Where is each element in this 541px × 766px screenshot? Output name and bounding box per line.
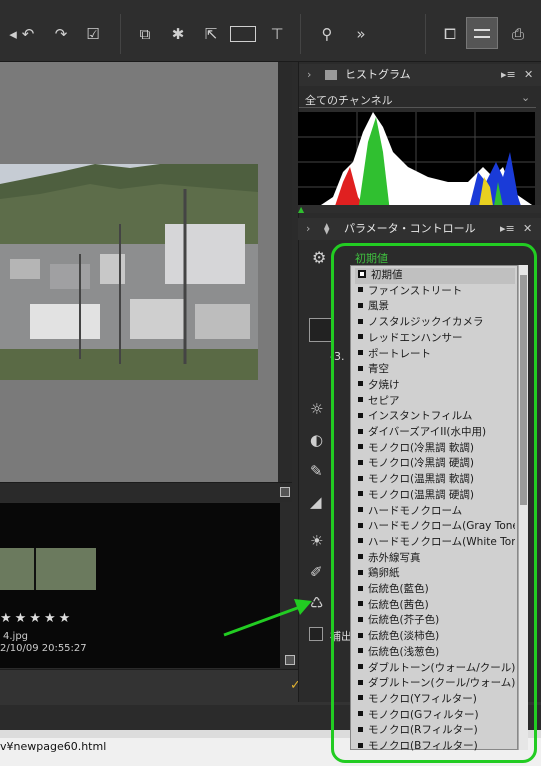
window-icon[interactable]: ⧠: [437, 20, 463, 48]
histogram-icon: [325, 70, 337, 80]
expand-icon[interactable]: [280, 487, 290, 497]
batch-icon[interactable]: ✱: [165, 20, 191, 48]
panel-menu-icon[interactable]: ▸≡: [500, 218, 515, 240]
chevron-right-icon[interactable]: ›: [307, 64, 311, 86]
printer-icon[interactable]: ⎙: [505, 20, 531, 48]
channel-select[interactable]: 全てのチャンネル ⌄: [299, 90, 536, 108]
rating-stars[interactable]: ★★★★★: [0, 611, 73, 626]
hammer-icon[interactable]: ⊤: [264, 20, 290, 48]
collapse-icon[interactable]: [285, 655, 295, 665]
histogram-header[interactable]: › ヒストグラム ▸≡ ✕: [299, 64, 541, 86]
thumbnail[interactable]: [0, 548, 96, 590]
rotate-left-icon[interactable]: ↶: [15, 20, 41, 48]
viewer-scrollbar[interactable]: [278, 62, 292, 482]
close-icon[interactable]: ✕: [524, 64, 533, 86]
export-icon[interactable]: ⇱: [198, 20, 224, 48]
filmstrip[interactable]: ★★★★★ 4.jpg 2/10/09 20:55:27: [0, 503, 295, 668]
slideshow-icon[interactable]: [230, 26, 256, 42]
histogram-graph: ▲: [298, 112, 535, 214]
chevron-right-icon[interactable]: ›: [306, 218, 310, 240]
tone-curve-icon[interactable]: ◢: [310, 488, 322, 516]
exposure-icon[interactable]: [309, 318, 333, 342]
histogram-title: ヒストグラム: [345, 68, 411, 81]
contrast-icon[interactable]: ◐: [310, 426, 323, 454]
thumbnail-filename: 4.jpg: [3, 631, 29, 642]
sliders-icon[interactable]: [466, 17, 498, 49]
close-icon[interactable]: ✕: [523, 218, 532, 240]
sun-icon[interactable]: ☀: [310, 527, 323, 555]
histogram-slider-bar[interactable]: ▲: [298, 205, 541, 214]
brightness-icon[interactable]: ☼: [310, 395, 323, 423]
status-path: v¥newpage60.html: [0, 740, 107, 753]
rotate-right-icon[interactable]: ↷: [48, 20, 74, 48]
params-title: パラメータ・コントロール: [344, 222, 476, 235]
toolbar: ◂ ↶ ↷ ☑ ⧉ ✱ ⇱ ⊤ ⚲ » ⧠ ⎙: [0, 0, 541, 62]
chevron-down-icon: ⌄: [521, 91, 531, 104]
compare-icon[interactable]: ⧉: [132, 20, 158, 48]
zoom-icon[interactable]: ⚲: [314, 20, 340, 48]
panel-menu-icon[interactable]: ▸≡: [501, 64, 516, 86]
brush-icon[interactable]: ✐: [310, 558, 323, 586]
params-icon: ⧫: [324, 222, 330, 235]
filmstrip-header: [0, 482, 292, 502]
annotation-arrow: [223, 599, 312, 637]
eyedropper-icon[interactable]: ✎: [310, 457, 323, 485]
checkbox-icon[interactable]: ☑: [80, 20, 106, 48]
photo-preview: [0, 164, 258, 380]
gear-icon[interactable]: ⚙: [312, 244, 326, 272]
annotation-highlight: [331, 243, 537, 763]
params-header[interactable]: › ⧫ パラメータ・コントロール ▸≡ ✕: [298, 218, 541, 240]
more-icon[interactable]: »: [348, 20, 374, 48]
thumbnail-datetime: 2/10/09 20:55:27: [0, 643, 87, 654]
image-viewer[interactable]: [0, 62, 278, 482]
